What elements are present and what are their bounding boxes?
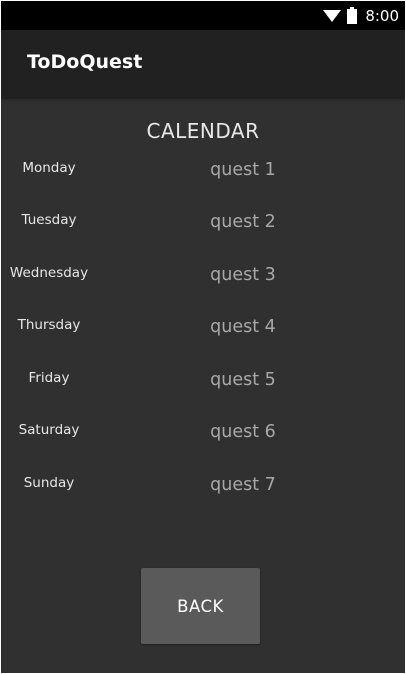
calendar-row-wednesday: Wednesday quest 3 <box>1 265 405 295</box>
calendar-title: CALENDAR <box>146 119 260 143</box>
calendar-row-sunday: Sunday quest 7 <box>1 475 405 505</box>
calendar-row-friday: Friday quest 5 <box>1 370 405 400</box>
status-time: 8:00 <box>365 6 399 25</box>
quest-label: quest 4 <box>210 317 276 337</box>
quest-label: quest 7 <box>210 475 276 495</box>
quest-label: quest 2 <box>210 212 276 232</box>
day-label: Thursday <box>17 317 81 333</box>
battery-icon <box>347 7 358 24</box>
day-label: Friday <box>28 370 70 386</box>
day-label: Wednesday <box>9 265 89 281</box>
status-bar: 8:00 <box>1 1 405 30</box>
app-bar: ToDoQuest <box>1 30 405 97</box>
calendar-content: CALENDAR Monday quest 1 Tuesday quest 2 … <box>1 97 405 673</box>
calendar-row-thursday: Thursday quest 4 <box>1 317 405 347</box>
calendar-row-saturday: Saturday quest 6 <box>1 422 405 452</box>
quest-label: quest 5 <box>210 370 276 390</box>
day-label: Monday <box>22 160 76 176</box>
quest-label: quest 6 <box>210 422 276 442</box>
app-title: ToDoQuest <box>27 51 143 73</box>
day-label: Saturday <box>18 422 80 438</box>
back-button[interactable]: BACK <box>141 568 260 644</box>
quest-label: quest 1 <box>210 160 276 180</box>
status-icons: 8:00 <box>323 1 399 30</box>
day-label: Sunday <box>23 475 75 491</box>
app-screen: 8:00 ToDoQuest CALENDAR Monday quest 1 T… <box>1 1 405 673</box>
calendar-row-tuesday: Tuesday quest 2 <box>1 212 405 242</box>
day-label: Tuesday <box>21 212 77 228</box>
wifi-icon <box>323 9 342 23</box>
quest-label: quest 3 <box>210 265 276 285</box>
calendar-row-monday: Monday quest 1 <box>1 160 405 190</box>
